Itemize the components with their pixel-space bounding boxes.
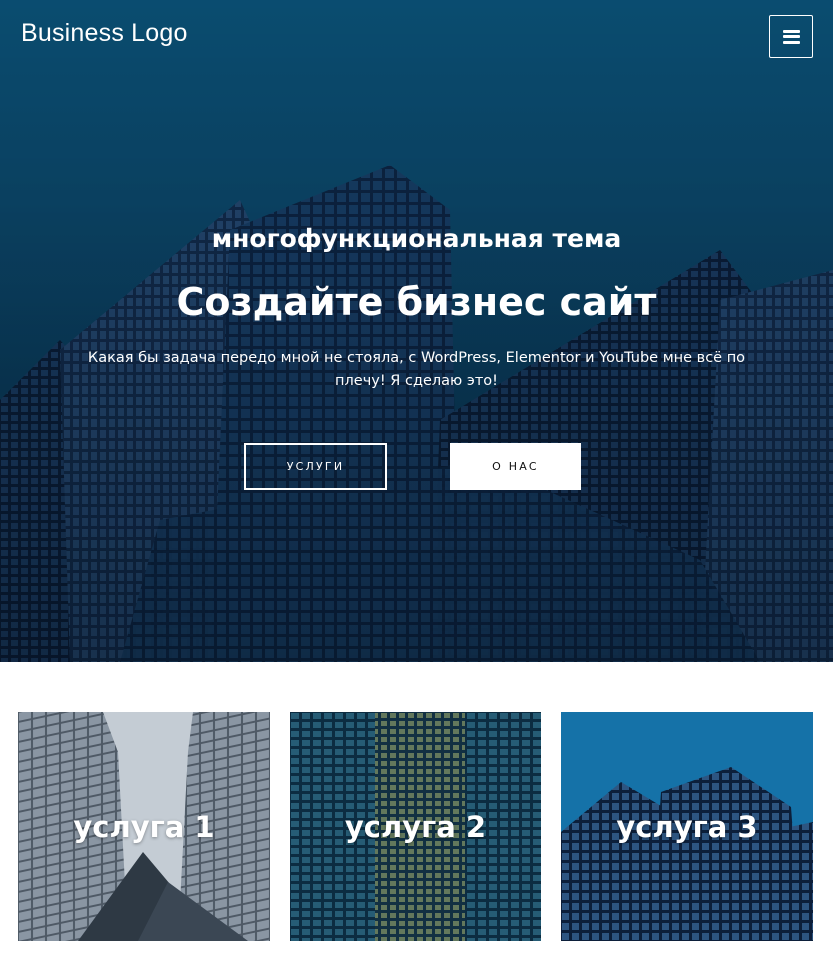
service-2-label: услуга 2 bbox=[344, 809, 487, 844]
business-logo[interactable]: Business Logo bbox=[21, 19, 188, 48]
service-3-label: услуга 3 bbox=[616, 809, 758, 844]
service-1-label: услуга 1 bbox=[73, 809, 215, 844]
service-card-3[interactable]: услуга 3 bbox=[561, 712, 813, 941]
about-button[interactable]: О НАС bbox=[450, 443, 581, 490]
hero-section: Business Logo многофункциональная тема С… bbox=[0, 0, 833, 662]
hero-description: Какая бы задача передо мной не стояла, с… bbox=[87, 350, 746, 389]
hamburger-menu-icon bbox=[782, 29, 800, 44]
hamburger-menu-button[interactable] bbox=[769, 15, 813, 58]
service-card-2[interactable]: услуга 2 bbox=[290, 712, 541, 941]
hero-subtitle: многофункциональная тема bbox=[211, 224, 622, 253]
service-card-1[interactable]: услуга 1 bbox=[18, 712, 270, 941]
hero-background-image bbox=[0, 0, 833, 662]
services-button[interactable]: УСЛУГИ bbox=[244, 443, 387, 490]
hero-title: Создайте бизнес сайт bbox=[176, 280, 657, 324]
